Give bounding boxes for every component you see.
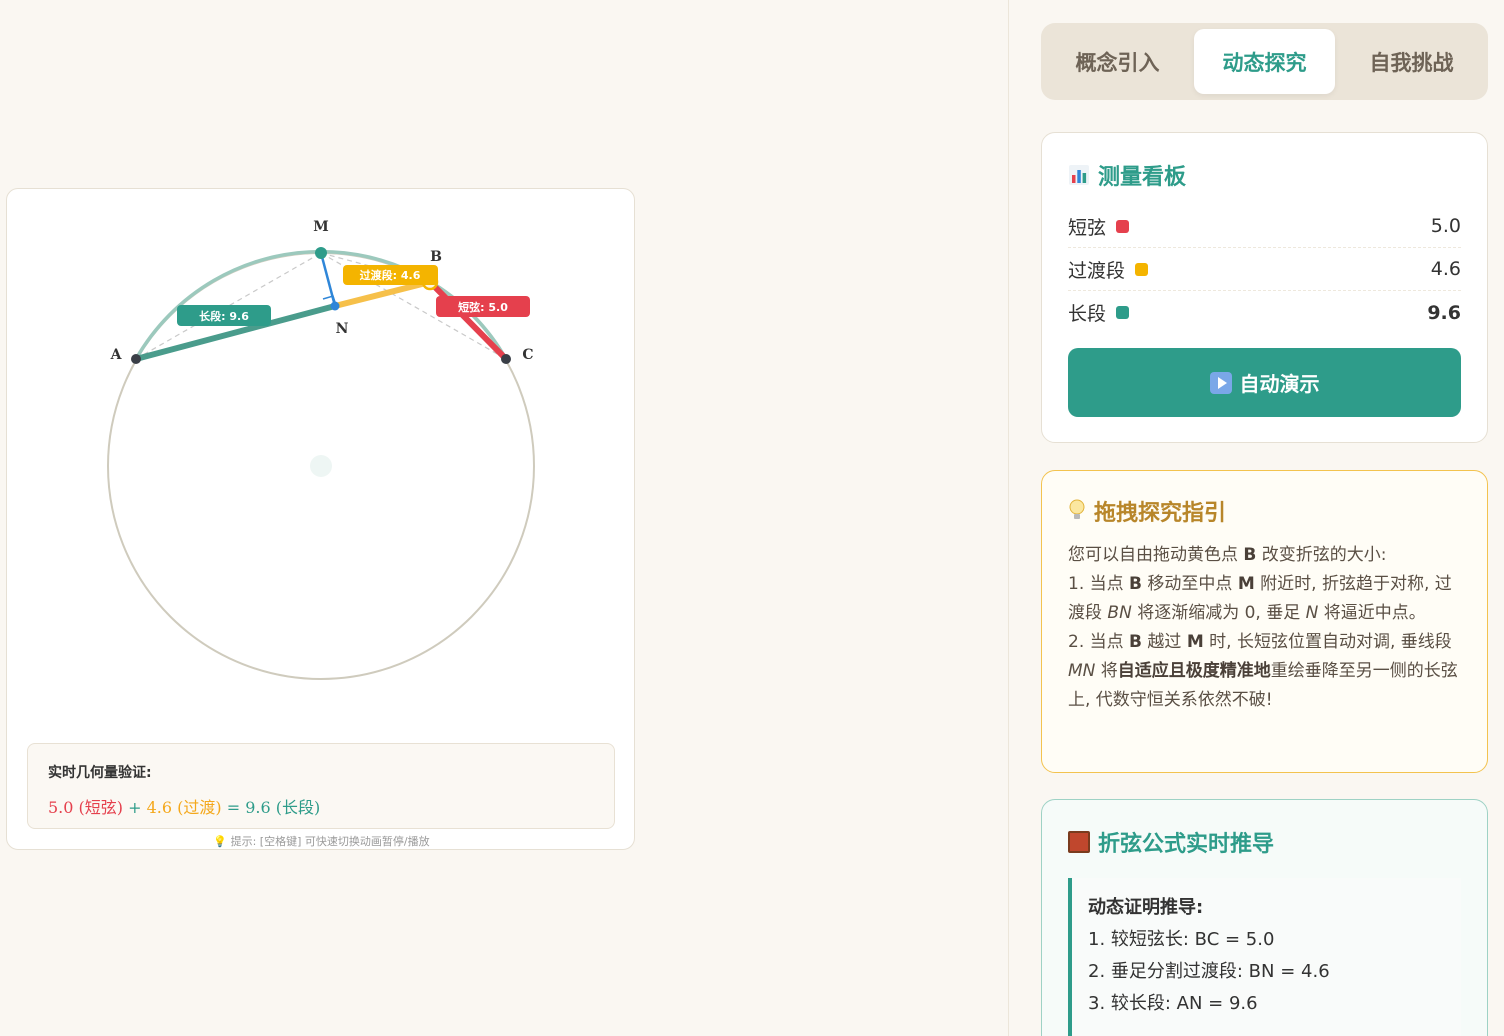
abacus-icon (1068, 831, 1090, 853)
verification-box: 实时几何量验证: 5.0 (短弦) + 4.6 (过渡) = 9.6 (长段) (27, 743, 615, 829)
formula-panel: 折弦公式实时推导 动态证明推导: 1. 较短弦长: BC = 5.0 2. 垂足… (1041, 799, 1488, 1036)
derivation-line: 2. 垂足分割过渡段: BN = 4.6 (1088, 961, 1330, 982)
verify-result: = 9.6 (长段) (221, 798, 321, 817)
derivation-title: 动态证明推导: (1088, 897, 1204, 918)
point-m (315, 247, 327, 259)
derivation-line: 3. 较长段: AN = 9.6 (1088, 993, 1258, 1014)
label-m: M (313, 219, 329, 235)
measurement-title-text: 测量看板 (1098, 165, 1187, 190)
label-n: N (336, 321, 349, 337)
measurement-panel: 测量看板 短弦 5.0 过渡段 4.6 长段 9.6 自动演示 (1041, 132, 1488, 443)
verify-transition: 4.6 (过渡) (146, 798, 222, 817)
verification-title: 实时几何量验证: (48, 765, 152, 781)
play-icon (1209, 371, 1232, 394)
point-c (501, 354, 511, 364)
guide-title: 拖拽探究指引 (1068, 495, 1461, 527)
guide-step-2: 2. 当点 B 越过 M 时, 长短弦位置自动对调, 垂线段 MN 将自适应且极… (1068, 632, 1458, 710)
label-b: B (430, 249, 442, 265)
point-n (330, 301, 340, 311)
point-a (131, 354, 141, 364)
lightbulb-icon (1069, 499, 1085, 519)
auto-demo-button[interactable]: 自动演示 (1068, 348, 1461, 417)
guide-intro: 您可以自由拖动黄色点 B 改变折弦的大小: (1068, 545, 1387, 565)
geometry-canvas-card: M B A C N 长段: 9.6 过渡段: 4.6 短弦: 5.0 实时几何量… (6, 188, 635, 850)
auto-demo-label: 自动演示 (1239, 372, 1320, 396)
measure-name: 短弦 (1068, 216, 1107, 239)
tab-self-challenge[interactable]: 自我挑战 (1341, 29, 1482, 94)
keyboard-hint: 💡 提示: [空格键] 可快速切换动画暂停/播放 (213, 835, 430, 848)
tab-concept[interactable]: 概念引入 (1047, 29, 1188, 94)
guide-title-text: 拖拽探究指引 (1094, 501, 1227, 526)
verify-plus: + (123, 798, 147, 817)
measurement-title: 测量看板 (1068, 159, 1461, 191)
verification-equation: 5.0 (短弦) + 4.6 (过渡) = 9.6 (长段) (48, 794, 594, 818)
guide-body: 您可以自由拖动黄色点 B 改变折弦的大小: 1. 当点 B 移动至中点 M 附近… (1068, 541, 1461, 715)
transition-segment (332, 279, 433, 309)
center-point (310, 455, 332, 477)
mode-tabs: 概念引入 动态探究 自我挑战 (1041, 23, 1488, 100)
formula-title: 折弦公式实时推导 (1068, 826, 1461, 858)
short-tag-text: 短弦: 5.0 (458, 300, 508, 314)
bar-chart-icon (1069, 165, 1089, 185)
long-tag-text: 长段: 9.6 (199, 309, 249, 323)
formula-derivation-box: 动态证明推导: 1. 较短弦长: BC = 5.0 2. 垂足分割过渡段: BN… (1068, 878, 1461, 1036)
geometry-canvas[interactable]: M B A C N 长段: 9.6 过渡段: 4.6 短弦: 5.0 (7, 189, 636, 749)
short-chord (427, 279, 509, 362)
swatch-red (1116, 219, 1130, 233)
swatch-teal (1116, 306, 1130, 319)
label-a: A (110, 347, 123, 363)
derivation-line: 1. 较短弦长: BC = 5.0 (1088, 929, 1275, 950)
verify-short: 5.0 (短弦) (48, 798, 124, 817)
measure-value: 5.0 (1430, 215, 1461, 237)
transition-tag-text: 过渡段: 4.6 (360, 268, 421, 282)
swatch-yellow (1135, 262, 1149, 276)
measure-value: 9.6 (1427, 301, 1461, 324)
guide-step-1: 1. 当点 B 移动至中点 M 附近时, 折弦趋于对称, 过渡段 BN 将逐渐缩… (1068, 574, 1452, 623)
measure-name: 长段 (1068, 303, 1107, 325)
label-c: C (522, 347, 533, 363)
measure-row-transition: 过渡段 4.6 (1068, 248, 1461, 291)
drag-guide-panel: 拖拽探究指引 您可以自由拖动黄色点 B 改变折弦的大小: 1. 当点 B 移动至… (1041, 470, 1488, 773)
tab-dynamic-explore[interactable]: 动态探究 (1194, 29, 1335, 94)
measure-row-long: 长段 9.6 (1068, 291, 1461, 334)
panel-divider (1008, 0, 1009, 1036)
measure-value: 4.6 (1430, 258, 1461, 280)
measure-name: 过渡段 (1068, 259, 1126, 282)
measure-row-short: 短弦 5.0 (1068, 205, 1461, 248)
formula-title-text: 折弦公式实时推导 (1098, 832, 1275, 857)
